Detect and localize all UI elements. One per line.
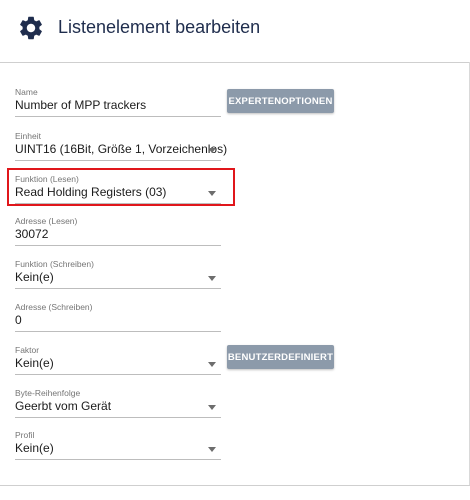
profile-value: Kein(e) — [15, 441, 54, 455]
write-address-input[interactable]: 0 — [15, 313, 22, 327]
chevron-down-icon — [208, 276, 216, 281]
write-function-label: Funktion (Schreiben) — [15, 259, 94, 269]
unit-underline — [15, 160, 221, 161]
unit-value: UINT16 (16Bit, Größe 1, Vorzeichenlos) — [15, 142, 228, 156]
read-address-input[interactable]: 30072 — [15, 227, 48, 241]
gear-icon — [20, 16, 42, 40]
name-underline — [15, 116, 221, 117]
chevron-down-icon — [208, 148, 216, 153]
profile-label: Profil — [15, 430, 35, 440]
highlight-box — [7, 168, 235, 206]
dialog-title: Listenelement bearbeiten — [58, 17, 261, 37]
byte-order-value: Geerbt vom Gerät — [15, 399, 112, 413]
write-function-value: Kein(e) — [15, 270, 54, 284]
read-address-underline — [15, 245, 221, 246]
chevron-down-icon — [208, 362, 216, 367]
profile-underline — [15, 459, 221, 460]
name-label: Name — [15, 87, 38, 97]
footer-divider — [0, 485, 470, 486]
write-address-underline — [15, 331, 221, 332]
custom-button[interactable]: BENUTZERDEFINIERT — [227, 345, 334, 369]
dialog-header: Listenelement bearbeiten — [0, 0, 470, 62]
unit-label: Einheit — [15, 131, 41, 141]
chevron-down-icon — [208, 405, 216, 410]
write-address-label: Adresse (Schreiben) — [15, 302, 93, 312]
chevron-down-icon — [208, 447, 216, 452]
factor-value: Kein(e) — [15, 356, 54, 370]
byte-order-underline — [15, 417, 221, 418]
byte-order-label: Byte-Reihenfolge — [15, 388, 81, 398]
factor-underline — [15, 374, 221, 375]
header-divider — [0, 62, 470, 63]
name-input[interactable]: Number of MPP trackers — [15, 98, 146, 112]
read-address-label: Adresse (Lesen) — [15, 216, 78, 226]
write-function-underline — [15, 288, 221, 289]
expert-options-button[interactable]: EXPERTENOPTIONEN — [227, 89, 334, 113]
factor-label: Faktor — [15, 345, 40, 355]
